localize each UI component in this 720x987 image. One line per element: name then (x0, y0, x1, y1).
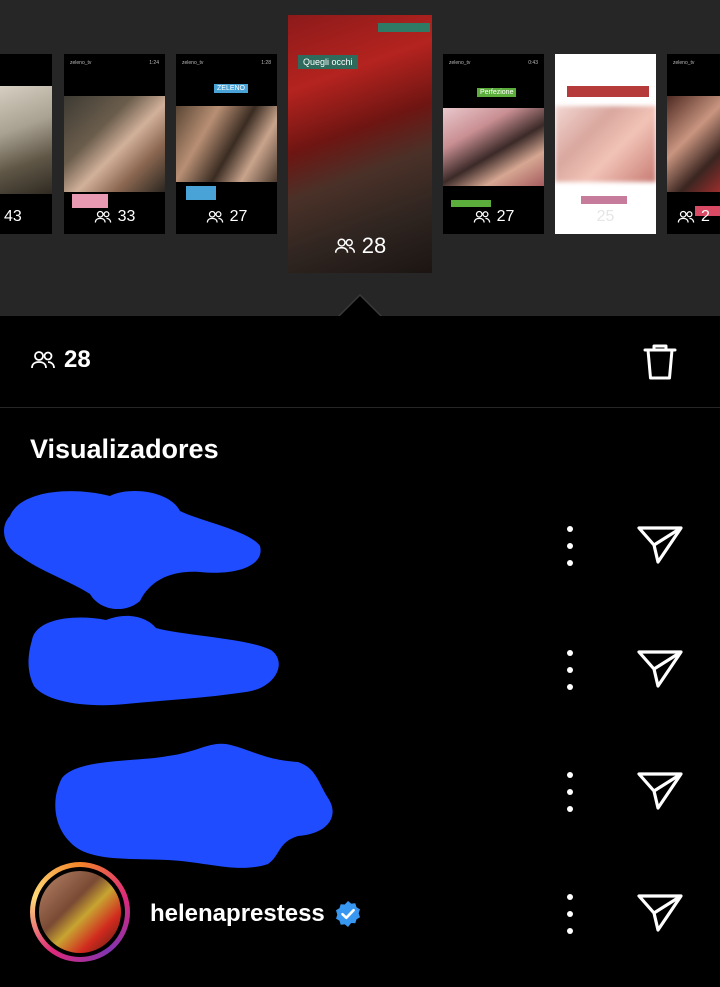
story-meta: zeleno_tv 1:28 (182, 60, 271, 66)
send-icon[interactable] (636, 892, 684, 934)
story-sticker (451, 200, 491, 207)
story-thumbnail-image (555, 106, 656, 182)
story-sticker (581, 196, 627, 204)
total-viewers-count: 28 (64, 346, 91, 373)
story-meta: zeleno_tv (673, 60, 695, 66)
redaction-scribble (4, 491, 261, 610)
story-view-count: 27 (176, 208, 277, 226)
story-summary-bar: 28 (0, 316, 720, 408)
viewers-panel: 28 Visualizadores helenaprestess (0, 316, 720, 987)
story-thumbnail-image (0, 86, 52, 194)
verified-badge-icon (336, 901, 360, 927)
send-icon[interactable] (636, 770, 684, 812)
story-view-count: 43 (4, 208, 22, 225)
story-thumbnail-selected[interactable]: Quegli occhi 28 (288, 15, 432, 273)
more-options-button[interactable] (558, 526, 582, 566)
people-icon (473, 210, 490, 223)
more-vertical-icon (567, 526, 573, 532)
story-sticker (186, 186, 216, 200)
story-tag: ZELENO (214, 84, 249, 93)
story-thumbnail[interactable]: zeleno_tv 2 (667, 54, 720, 234)
story-thumbnail-image (64, 96, 165, 192)
story-ring[interactable] (30, 862, 130, 962)
viewer-row[interactable]: helenaprestess (0, 858, 720, 978)
story-thumbnail-image (667, 96, 720, 192)
more-options-button[interactable] (558, 894, 582, 934)
viewer-username[interactable]: helenaprestess (150, 900, 325, 928)
more-options-button[interactable] (558, 650, 582, 690)
send-icon[interactable] (636, 648, 684, 690)
avatar (39, 871, 121, 953)
story-view-count: 25 (596, 208, 615, 225)
story-view-count: 27 (443, 208, 544, 226)
send-icon[interactable] (636, 524, 684, 566)
story-tag: Perfezione (477, 88, 517, 97)
story-caption: Quegli occhi (298, 55, 358, 69)
more-vertical-icon (567, 650, 573, 656)
viewers-section-title: Visualizadores (30, 434, 219, 464)
story-sticker (378, 23, 430, 32)
story-thumbnail-image (176, 106, 277, 182)
story-thumbnail[interactable]: 43 (0, 54, 52, 234)
people-icon (94, 210, 111, 223)
trash-icon[interactable] (638, 340, 682, 384)
story-meta: zeleno_tv 1:24 (70, 60, 159, 66)
viewer-row[interactable] (0, 608, 720, 718)
people-icon (334, 238, 355, 253)
more-vertical-icon (567, 894, 573, 900)
people-icon (677, 210, 695, 223)
viewer-row[interactable] (0, 486, 720, 610)
more-options-button[interactable] (558, 772, 582, 812)
people-icon (31, 351, 55, 369)
story-thumbnail[interactable]: 25 (555, 54, 656, 234)
story-sticker (72, 194, 108, 208)
selection-pointer (340, 296, 380, 316)
story-thumbnail-strip: 43 zeleno_tv 1:24 33 zeleno_tv 1:28 ZELENO… (0, 0, 720, 316)
more-vertical-icon (567, 772, 573, 778)
story-view-count: 33 (64, 208, 165, 226)
viewer-row[interactable] (0, 734, 720, 868)
redaction-scribble (28, 615, 279, 706)
story-thumbnail[interactable]: zeleno_tv 1:24 33 (64, 54, 165, 234)
story-thumbnail-image (443, 108, 544, 186)
story-thumbnail[interactable]: zeleno_tv 1:28 ZELENO 27 (176, 54, 277, 234)
story-view-count: 2 (677, 208, 720, 226)
story-thumbnail[interactable]: zeleno_tv 0:43 Perfezione 27 (443, 54, 544, 234)
story-sticker (567, 86, 649, 97)
story-meta: zeleno_tv 0:43 (449, 60, 538, 66)
story-view-count: 28 (288, 233, 432, 259)
total-viewers: 28 (30, 346, 91, 374)
people-icon (206, 210, 223, 223)
redaction-scribble (55, 743, 333, 868)
